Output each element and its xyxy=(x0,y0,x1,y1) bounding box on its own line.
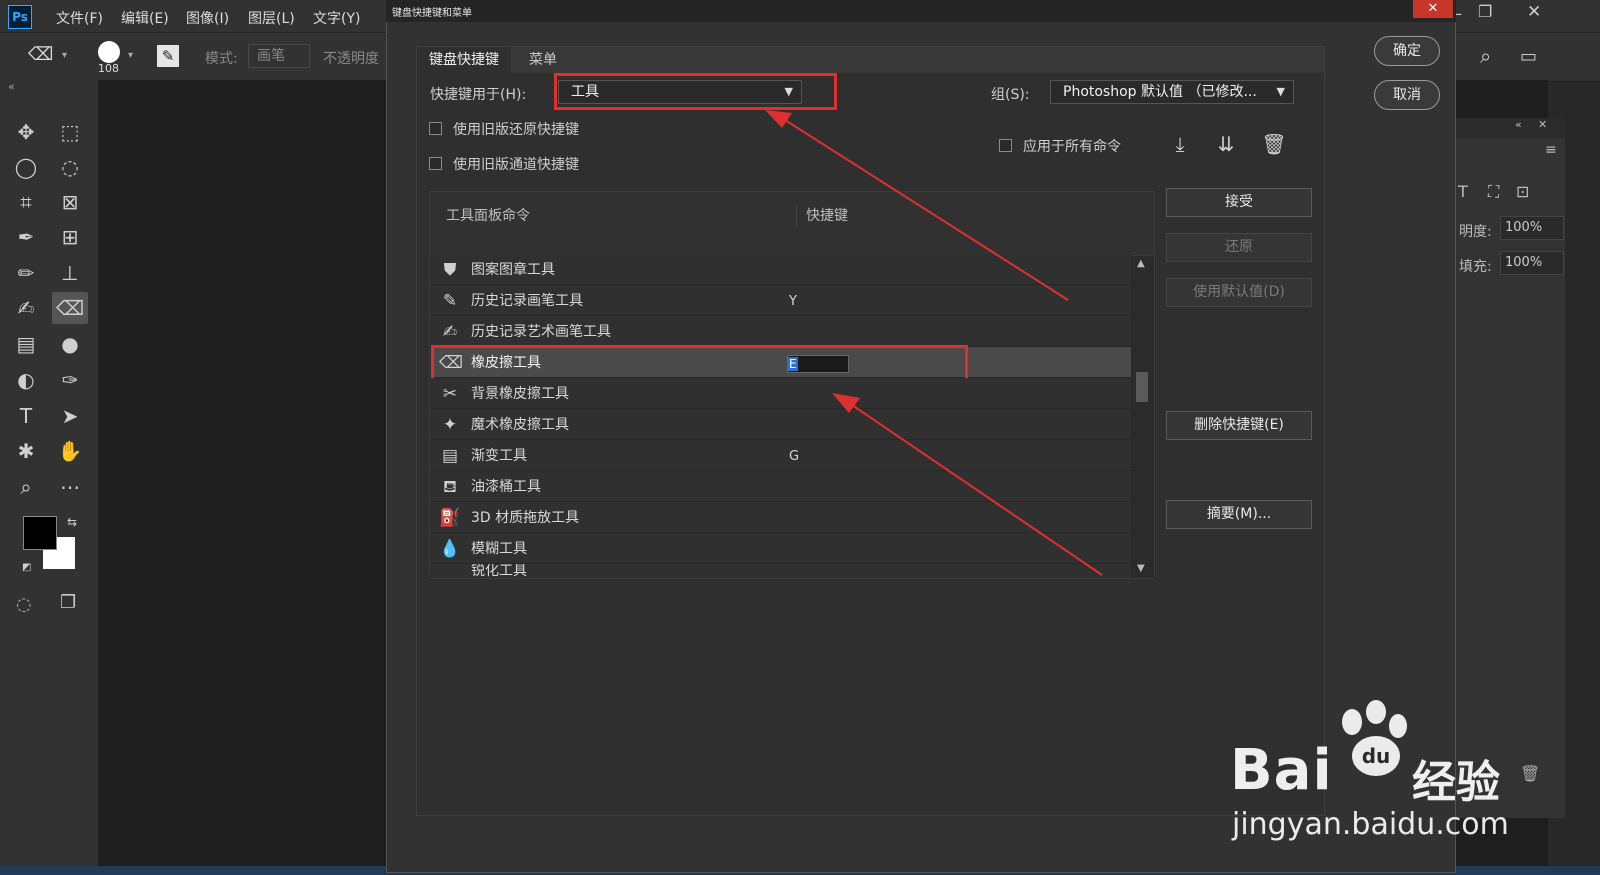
arrow-to-select xyxy=(784,119,1069,301)
watermark-url: jingyan.baidu.com xyxy=(1232,807,1509,842)
arrow-to-row xyxy=(851,404,1103,576)
arrowhead-icon xyxy=(832,393,860,413)
arrowhead-icon xyxy=(765,110,792,128)
watermark-brand-cn: 经验 xyxy=(1412,757,1500,808)
watermark-brand: Bai xyxy=(1230,738,1333,803)
baidu-paw-logo-icon: du xyxy=(1328,700,1418,780)
svg-text:du: du xyxy=(1362,744,1391,768)
